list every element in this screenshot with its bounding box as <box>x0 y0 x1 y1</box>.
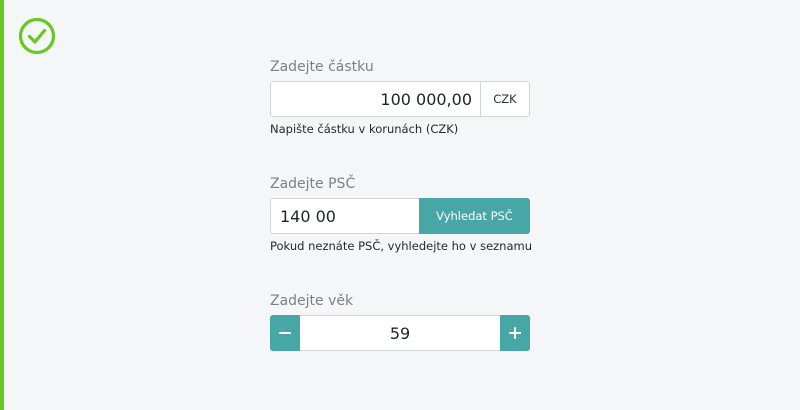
age-input[interactable] <box>300 315 500 351</box>
amount-input[interactable] <box>271 82 480 116</box>
zip-helper-text: Pokud neznáte PSČ, vyhledejte ho v sezna… <box>270 239 533 253</box>
check-circle-icon <box>18 17 56 55</box>
zip-input[interactable] <box>270 198 419 234</box>
amount-helper-text: Napište částku v korunách (CZK) <box>270 122 459 136</box>
page: Zadejte částku CZK Napište částku v koru… <box>0 0 800 410</box>
increment-button[interactable] <box>500 315 530 351</box>
zip-lookup-button[interactable]: Vyhledat PSČ <box>419 198 530 234</box>
status-bar <box>0 0 4 410</box>
age-stepper <box>270 315 530 351</box>
amount-input-group: CZK <box>270 81 530 117</box>
decrement-button[interactable] <box>270 315 300 351</box>
zip-label: Zadejte PSČ <box>270 176 356 192</box>
amount-label: Zadejte částku <box>270 59 374 75</box>
zip-input-group: Vyhledat PSČ <box>270 198 530 234</box>
plus-icon <box>509 327 521 339</box>
currency-addon: CZK <box>480 82 529 116</box>
minus-icon <box>279 332 291 334</box>
age-label: Zadejte věk <box>270 293 354 309</box>
